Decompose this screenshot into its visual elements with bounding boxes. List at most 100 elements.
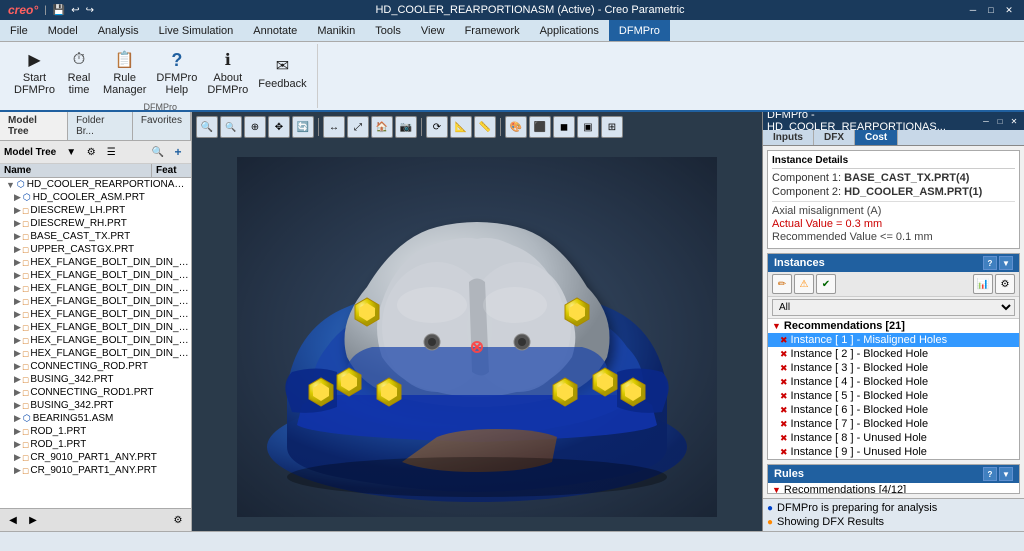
vp-shaded[interactable]: ◼ bbox=[553, 116, 575, 138]
tree-item[interactable]: ▶ □ CR_9010_PART1_ANY.PRT bbox=[0, 464, 191, 477]
tree-item[interactable]: ▶ □ DIESCREW_RH.PRT bbox=[0, 217, 191, 230]
menu-analysis[interactable]: Analysis bbox=[88, 20, 149, 41]
dfmpro-maximize[interactable]: □ bbox=[994, 115, 1006, 127]
tab-cost[interactable]: Cost bbox=[855, 130, 898, 145]
instance-item-7[interactable]: ✖ Instance [ 7 ] - Blocked Hole bbox=[768, 417, 1019, 431]
tree-item[interactable]: ▶ ⬡ HD_COOLER_ASM.PRT bbox=[0, 191, 191, 204]
tree-item[interactable]: ▶ □ DIESCREW_LH.PRT bbox=[0, 204, 191, 217]
instance-item-3[interactable]: ✖ Instance [ 3 ] - Blocked Hole bbox=[768, 361, 1019, 375]
tab-dfx[interactable]: DFX bbox=[814, 130, 855, 145]
dfmpro-close[interactable]: ✕ bbox=[1008, 115, 1020, 127]
vp-rotate[interactable]: 🔄 bbox=[292, 116, 314, 138]
tree-settings-btn[interactable]: ⚙ bbox=[82, 143, 100, 161]
tree-item[interactable]: ▼ ⬡ HD_COOLER_REARPORTIONASM.ASM bbox=[0, 178, 191, 191]
vp-camera[interactable]: 📷 bbox=[395, 116, 417, 138]
inst-export-btn[interactable]: 📊 bbox=[973, 274, 993, 294]
lp-bottom-settings[interactable]: ⚙ bbox=[169, 511, 187, 529]
rules-list[interactable]: ▼ Recommendations [4/12] ▼ Critical [3/1… bbox=[768, 483, 1019, 493]
maximize-btn[interactable]: □ bbox=[984, 3, 998, 17]
viewport[interactable]: 🔍 🔍 ⊕ ✥ 🔄 ↔ ⤢ 🏠 📷 ⟳ 📐 📏 🎨 ⬛ ◼ ▣ ⊞ bbox=[192, 112, 762, 531]
rules-config-btn[interactable]: ▼ bbox=[999, 467, 1013, 481]
instance-item-9[interactable]: ✖ Instance [ 9 ] - Unused Hole bbox=[768, 445, 1019, 459]
vp-zoom-in[interactable]: 🔍 bbox=[196, 116, 218, 138]
tree-item[interactable]: ▶ □ BUSING_342.PRT bbox=[0, 373, 191, 386]
instance-item-1[interactable]: ✖ Instance [ 1 ] - Misaligned Holes bbox=[768, 333, 1019, 347]
vp-color[interactable]: 🎨 bbox=[505, 116, 527, 138]
tree-item[interactable]: ▶ □ CR_9010_PART1_ANY.PRT bbox=[0, 451, 191, 464]
dfmpro-minimize[interactable]: ─ bbox=[980, 115, 992, 127]
instances-filter-select[interactable]: All Critical High Medium Low bbox=[772, 299, 1015, 316]
tree-item[interactable]: ▶ □ CONNECTING_ROD.PRT bbox=[0, 360, 191, 373]
tree-item[interactable]: ▶ □ ROD_1.PRT bbox=[0, 425, 191, 438]
menu-view[interactable]: View bbox=[411, 20, 455, 41]
menu-live-simulation[interactable]: Live Simulation bbox=[149, 20, 244, 41]
tree-item[interactable]: ▶ □ HEX_FLANGE_BOLT_DIN_DIN_6-5242.PRT bbox=[0, 321, 191, 334]
tab-inputs[interactable]: Inputs bbox=[763, 130, 814, 145]
menu-manikin[interactable]: Manikin bbox=[307, 20, 365, 41]
tab-folder-browser[interactable]: Folder Br... bbox=[68, 112, 133, 140]
tree-item[interactable]: ▶ □ BASE_CAST_TX.PRT bbox=[0, 230, 191, 243]
quick-access-undo[interactable]: ↩ bbox=[71, 5, 79, 16]
menu-annotate[interactable]: Annotate bbox=[243, 20, 307, 41]
menu-tools[interactable]: Tools bbox=[365, 20, 411, 41]
vp-wireframe[interactable]: ⬛ bbox=[529, 116, 551, 138]
tree-item[interactable]: ▶ □ UPPER_CASTGX.PRT bbox=[0, 243, 191, 256]
vp-reset[interactable]: ⟳ bbox=[426, 116, 448, 138]
instance-item-5[interactable]: ✖ Instance [ 5 ] - Blocked Hole bbox=[768, 389, 1019, 403]
tree-item[interactable]: ▶ □ HEX_FLANGE_BOLT_DIN_DIN_6-5242.PRT bbox=[0, 282, 191, 295]
lp-bottom-btn1[interactable]: ◀ bbox=[4, 511, 22, 529]
vp-measure[interactable]: 📐 bbox=[450, 116, 472, 138]
tree-search-btn[interactable]: 🔍 bbox=[149, 143, 167, 161]
ribbon-btn-start[interactable]: ▶ Start DFMPro bbox=[10, 46, 59, 98]
instances-config-btn[interactable]: ▼ bbox=[999, 256, 1013, 270]
tree-filter-btn[interactable]: ☰ bbox=[102, 143, 120, 161]
tree-item[interactable]: ▶ □ BUSING_342.PRT bbox=[0, 399, 191, 412]
tree-item[interactable]: ▶ □ HEX_FLANGE_BOLT_DIN_DIN_6-5242.PRT bbox=[0, 256, 191, 269]
rules-help-btn[interactable]: ? bbox=[983, 467, 997, 481]
vp-home[interactable]: 🏠 bbox=[371, 116, 393, 138]
ribbon-btn-feedback[interactable]: ✉ Feedback bbox=[254, 52, 310, 92]
inst-pencil-btn[interactable]: ✏ bbox=[772, 274, 792, 294]
rule-recommendations[interactable]: ▼ Recommendations [4/12] bbox=[768, 483, 1019, 493]
instance-item-2[interactable]: ✖ Instance [ 2 ] - Blocked Hole bbox=[768, 347, 1019, 361]
ribbon-btn-rule-manager[interactable]: 📋 Rule Manager bbox=[99, 46, 150, 98]
inst-warning-btn[interactable]: ⚠ bbox=[794, 274, 814, 294]
instance-item-8[interactable]: ✖ Instance [ 8 ] - Unused Hole bbox=[768, 431, 1019, 445]
tree-item[interactable]: ▶ □ HEX_FLANGE_BOLT_DIN_DIN_6-5242.PRT bbox=[0, 295, 191, 308]
menu-applications[interactable]: Applications bbox=[530, 20, 609, 41]
vp-zoom-out[interactable]: 🔍 bbox=[220, 116, 242, 138]
menu-model[interactable]: Model bbox=[38, 20, 88, 41]
tree-item[interactable]: ▶ □ CONNECTING_ROD1.PRT bbox=[0, 386, 191, 399]
menu-dfmpro[interactable]: DFMPro bbox=[609, 20, 670, 41]
instances-list[interactable]: ▼ Recommendations [21] ✖ Instance [ 1 ] … bbox=[768, 319, 1019, 459]
tree-item[interactable]: ▶ ⬡ BEARING51.ASM bbox=[0, 412, 191, 425]
tree-item[interactable]: ▶ □ ROD_1.PRT bbox=[0, 438, 191, 451]
tree-add-btn[interactable]: + bbox=[169, 143, 187, 161]
vp-view2[interactable]: ⤢ bbox=[347, 116, 369, 138]
ribbon-btn-about[interactable]: ℹ About DFMPro bbox=[203, 46, 252, 98]
ribbon-btn-realtime[interactable]: ⏱ Real time bbox=[61, 46, 97, 98]
tree-item[interactable]: ▶ □ HEX_FLANGE_BOLT_DIN_DIN_6-5242.PRT bbox=[0, 308, 191, 321]
inst-settings-btn[interactable]: ⚙ bbox=[995, 274, 1015, 294]
tree-item[interactable]: ▶ □ HEX_FLANGE_BOLT_DIN_DIN_6-5242.PRT bbox=[0, 269, 191, 282]
tab-favorites[interactable]: Favorites bbox=[133, 112, 191, 140]
vp-pan[interactable]: ✥ bbox=[268, 116, 290, 138]
expand-tree-btn[interactable]: ▼ bbox=[62, 143, 80, 161]
vp-shaded2[interactable]: ▣ bbox=[577, 116, 599, 138]
instance-item-6[interactable]: ✖ Instance [ 6 ] - Blocked Hole bbox=[768, 403, 1019, 417]
tab-model-tree[interactable]: Model Tree bbox=[0, 112, 68, 140]
ribbon-btn-help[interactable]: ? DFMPro Help bbox=[152, 46, 201, 98]
vp-dimension[interactable]: 📏 bbox=[474, 116, 496, 138]
vp-view1[interactable]: ↔ bbox=[323, 116, 345, 138]
menu-file[interactable]: File bbox=[0, 20, 38, 41]
vp-grid[interactable]: ⊞ bbox=[601, 116, 623, 138]
menu-framework[interactable]: Framework bbox=[455, 20, 530, 41]
lp-bottom-btn2[interactable]: ▶ bbox=[24, 511, 42, 529]
vp-zoom-fit[interactable]: ⊕ bbox=[244, 116, 266, 138]
model-tree[interactable]: ▼ ⬡ HD_COOLER_REARPORTIONASM.ASM ▶ ⬡ HD_… bbox=[0, 178, 191, 508]
instance-item-4[interactable]: ✖ Instance [ 4 ] - Blocked Hole bbox=[768, 375, 1019, 389]
quick-access-redo[interactable]: ↪ bbox=[86, 5, 94, 16]
close-btn[interactable]: ✕ bbox=[1002, 3, 1016, 17]
instances-group-header[interactable]: ▼ Recommendations [21] bbox=[768, 319, 1019, 333]
tree-item[interactable]: ▶ □ HEX_FLANGE_BOLT_DIN_DIN_6-5257.PRT bbox=[0, 347, 191, 360]
